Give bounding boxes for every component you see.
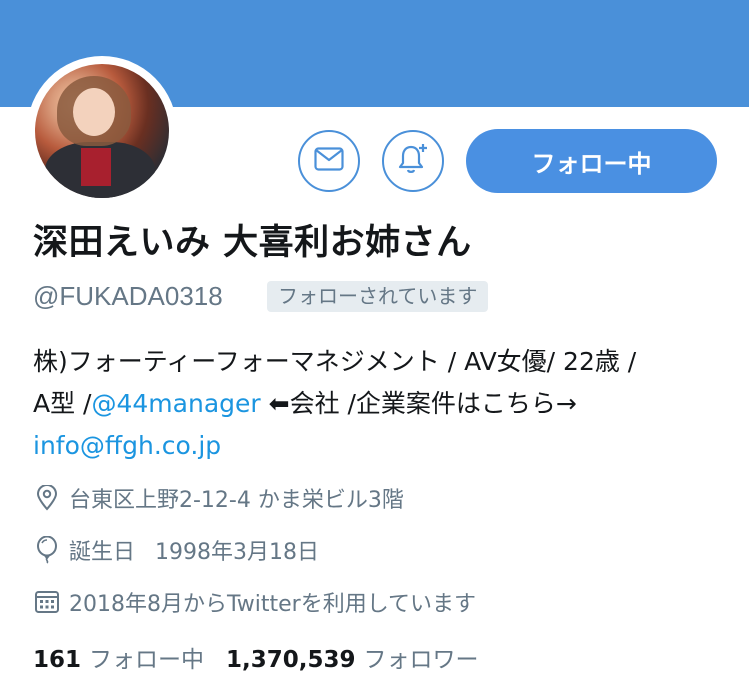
email-link[interactable]: info@ffgh.co.jp xyxy=(33,431,221,460)
bio-text: A型 / xyxy=(33,389,92,418)
following-count: 161 xyxy=(33,647,82,673)
birthday-row: 誕生日 1998年3月18日 xyxy=(33,534,319,566)
location-pin-icon xyxy=(33,484,61,512)
follow-stats: 161 フォロー中 1,370,539 フォロワー xyxy=(33,640,479,674)
joined-row: 2018年8月からTwitterを利用しています xyxy=(33,586,476,618)
bio: 株)フォーティーフォーマネジメント / AV女優/ 22歳 / A型 /@44m… xyxy=(33,341,739,467)
display-name: 深田えいみ 大喜利お姉さん xyxy=(33,223,472,263)
location-row: 台東区上野2-12-4 かま栄ビル3階 xyxy=(33,482,404,514)
follows-you-badge: フォローされています xyxy=(267,281,489,312)
following-button[interactable]: フォロー中 xyxy=(466,129,717,193)
location-text: 台東区上野2-12-4 かま栄ビル3階 xyxy=(69,488,404,513)
following-label: フォロー中 xyxy=(89,647,205,673)
birthday-label: 誕生日 xyxy=(69,540,136,565)
birthday-value: 1998年3月18日 xyxy=(155,540,319,565)
joined-text: 2018年8月からTwitterを利用しています xyxy=(69,592,477,617)
avatar[interactable] xyxy=(27,56,177,206)
followers-stat[interactable]: 1,370,539 フォロワー xyxy=(226,640,479,674)
followers-label: フォロワー xyxy=(363,647,479,673)
message-button[interactable] xyxy=(298,130,360,192)
followers-count: 1,370,539 xyxy=(226,647,356,673)
bio-line-1: 株)フォーティーフォーマネジメント / AV女優/ 22歳 / xyxy=(33,347,637,376)
mention-link[interactable]: @44manager xyxy=(91,389,260,418)
balloon-icon xyxy=(33,536,61,564)
bio-text: ⬅会社 /企業案件はこちら→ xyxy=(260,389,577,418)
following-stat[interactable]: 161 フォロー中 xyxy=(33,640,204,674)
mail-icon xyxy=(314,147,344,175)
handle: @FUKADA0318 xyxy=(33,281,223,311)
avatar-image xyxy=(35,64,169,198)
calendar-icon xyxy=(33,588,61,616)
bell-plus-icon xyxy=(396,142,430,180)
bio-line-2: A型 /@44manager ⬅会社 /企業案件はこちら→ xyxy=(33,383,739,425)
notifications-button[interactable] xyxy=(382,130,444,192)
